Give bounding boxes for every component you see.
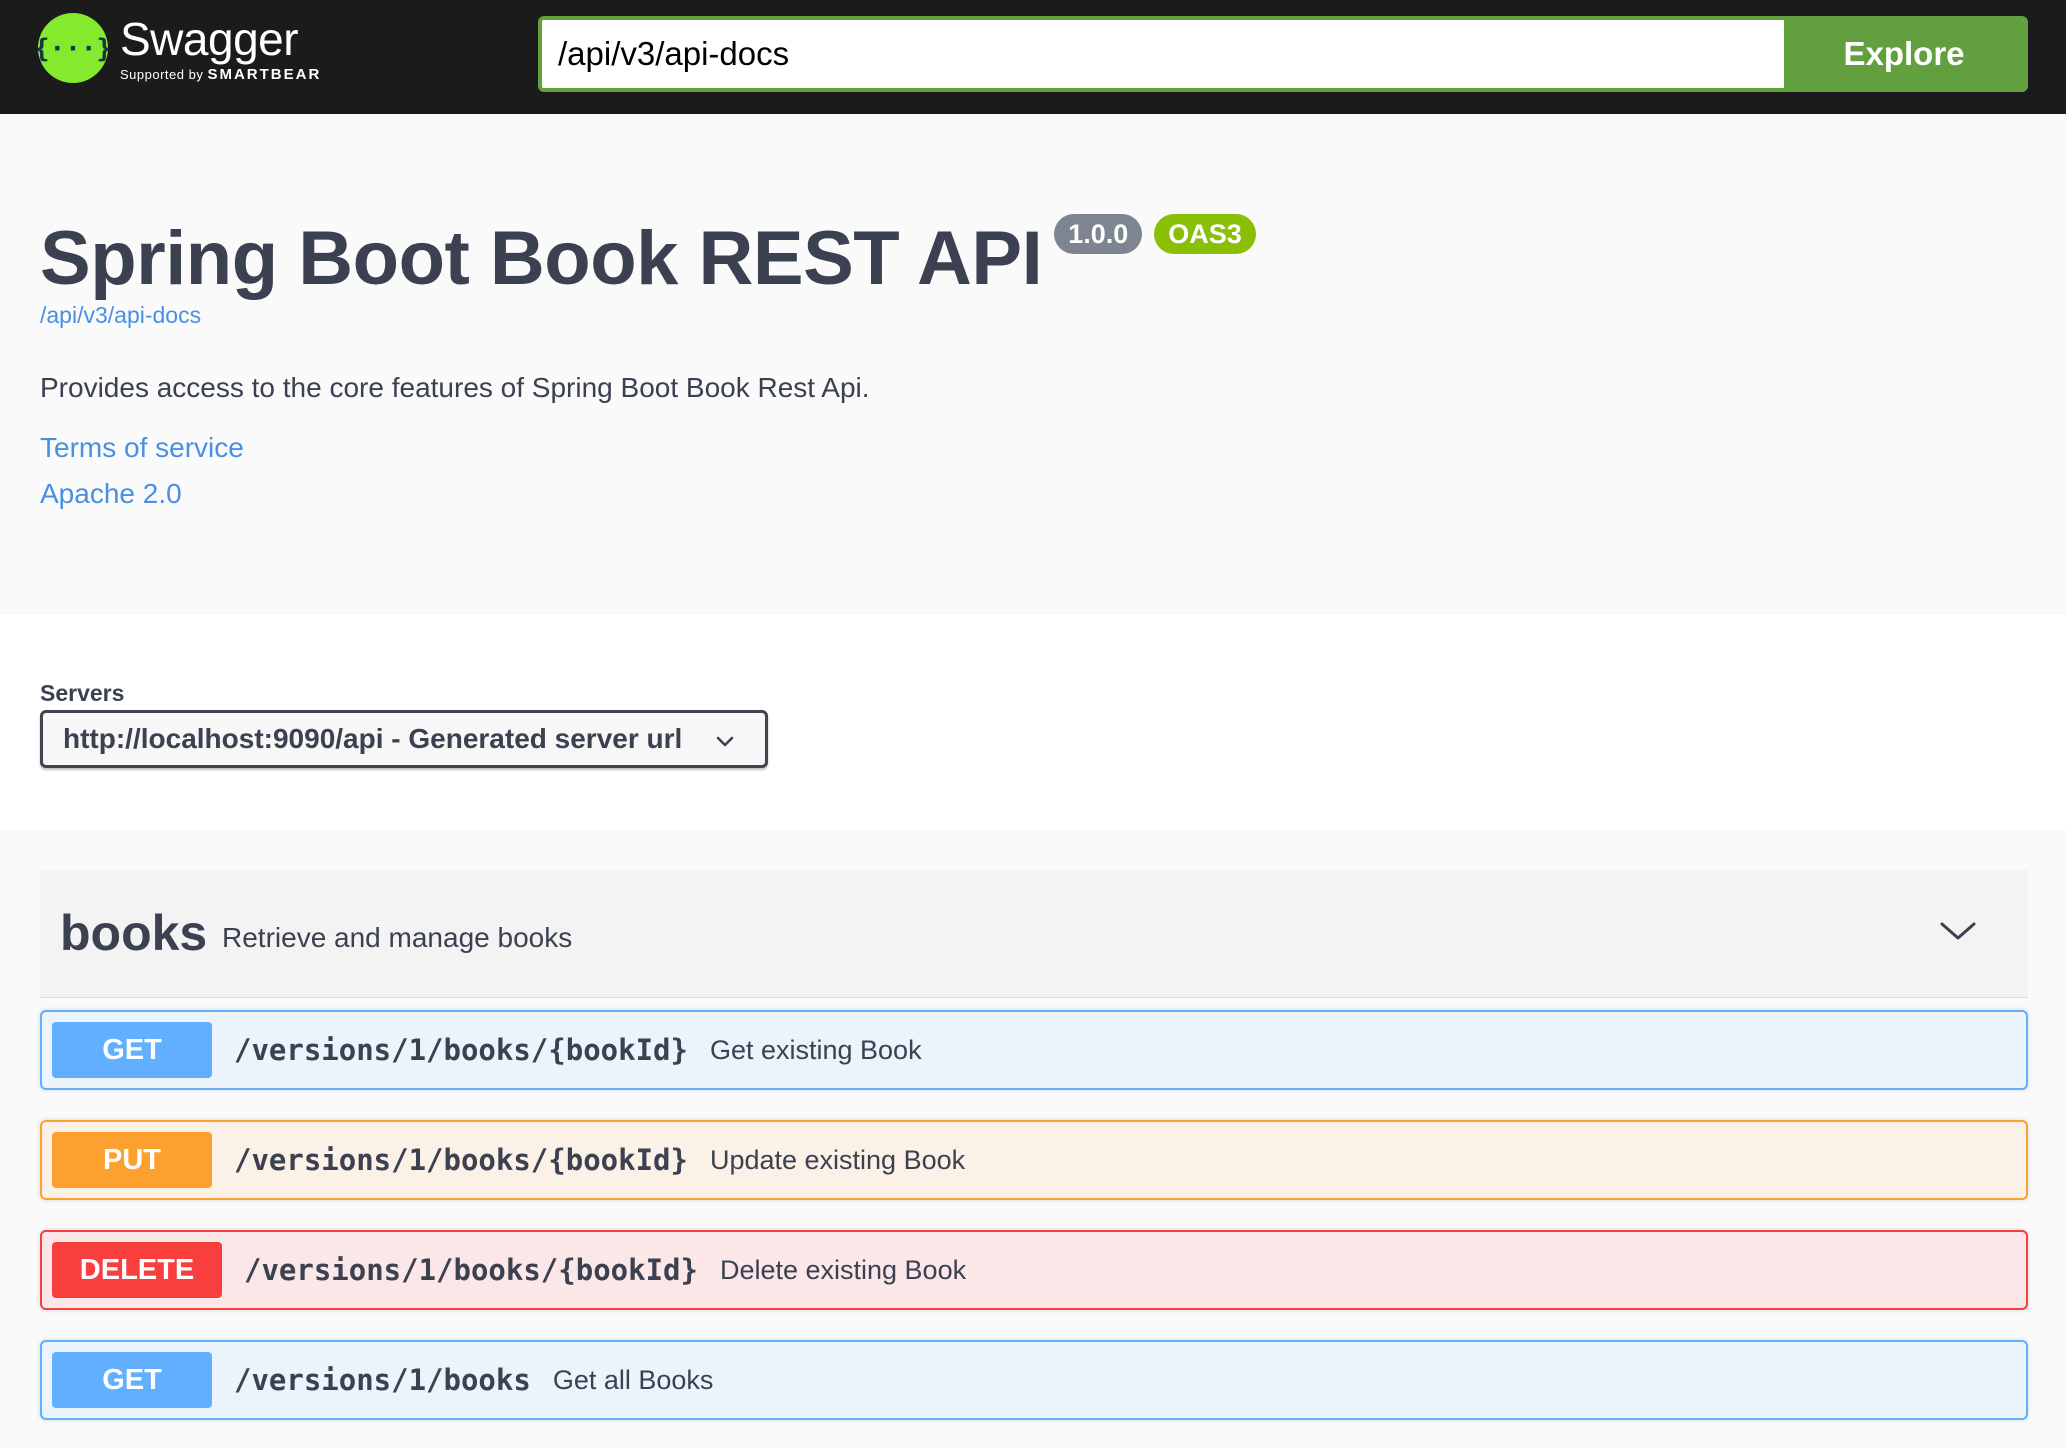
operation-summary: Get existing Book	[709, 1034, 922, 1065]
tag-description: Retrieve and manage books	[222, 922, 573, 953]
operation-path: /versions/1/books/{bookId}	[244, 1253, 698, 1287]
servers-section: Servers http://localhost:9090/api - Gene…	[0, 614, 2066, 830]
api-info-section: Spring Boot Book REST API 1.0.0 OAS3 /ap…	[0, 114, 2066, 614]
spec-url-link[interactable]: /api/v3/api-docs	[40, 302, 201, 329]
swagger-logo[interactable]: {···} Swagger Supported by SMARTBEAR	[38, 13, 321, 83]
api-title: Spring Boot Book REST API	[40, 216, 1043, 301]
api-description: Provides access to the core features of …	[40, 372, 870, 403]
brand-sub-company: SMARTBEAR	[207, 65, 322, 83]
method-badge: GET	[52, 1352, 212, 1408]
operation-get-all-books[interactable]: GET /versions/1/books Get all Books	[40, 1340, 2028, 1420]
chevron-down-icon[interactable]	[1938, 916, 1978, 951]
method-badge: DELETE	[52, 1242, 222, 1298]
oas-badge: OAS3	[1154, 214, 1256, 254]
operation-summary: Get all Books	[552, 1364, 714, 1395]
method-badge: GET	[52, 1022, 212, 1078]
chevron-down-icon	[715, 731, 735, 756]
server-select[interactable]: http://localhost:9090/api - Generated se…	[40, 710, 768, 768]
operation-summary: Update existing Book	[709, 1144, 966, 1175]
spec-url-form: Explore	[538, 16, 2028, 92]
operations-section: books Retrieve and manage books GET /ver…	[0, 830, 2066, 1448]
swagger-logo-icon: {···}	[38, 13, 108, 83]
license-link[interactable]: Apache 2.0	[40, 478, 182, 510]
operation-summary: Delete existing Book	[719, 1254, 967, 1285]
spec-url-input[interactable]	[542, 20, 1784, 88]
terms-of-service-link[interactable]: Terms of service	[40, 432, 244, 464]
topbar: {···} Swagger Supported by SMARTBEAR Exp…	[0, 0, 2066, 114]
explore-button[interactable]: Explore	[1784, 20, 2024, 88]
tag-name: books	[60, 905, 208, 961]
operation-path: /versions/1/books/{bookId}	[234, 1033, 688, 1067]
operation-delete-book[interactable]: DELETE /versions/1/books/{bookId} Delete…	[40, 1230, 2028, 1310]
brand-sub-prefix: Supported by	[120, 66, 204, 82]
server-selected-value: http://localhost:9090/api - Generated se…	[63, 723, 683, 754]
title-row: Spring Boot Book REST API 1.0.0 OAS3	[40, 214, 1256, 304]
svg-text:{···}: {···}	[38, 34, 108, 64]
operation-path: /versions/1/books/{bookId}	[234, 1143, 688, 1177]
operation-get-book[interactable]: GET /versions/1/books/{bookId} Get exist…	[40, 1010, 2028, 1090]
tag-header-books[interactable]: books Retrieve and manage books	[40, 870, 2028, 998]
version-badge: 1.0.0	[1054, 214, 1143, 254]
servers-label: Servers	[40, 680, 125, 706]
brand-sub: Supported by SMARTBEAR	[120, 66, 321, 83]
method-badge: PUT	[52, 1132, 212, 1188]
operation-path: /versions/1/books	[234, 1363, 531, 1397]
operation-put-book[interactable]: PUT /versions/1/books/{bookId} Update ex…	[40, 1120, 2028, 1200]
brand-name: Swagger	[120, 12, 299, 65]
